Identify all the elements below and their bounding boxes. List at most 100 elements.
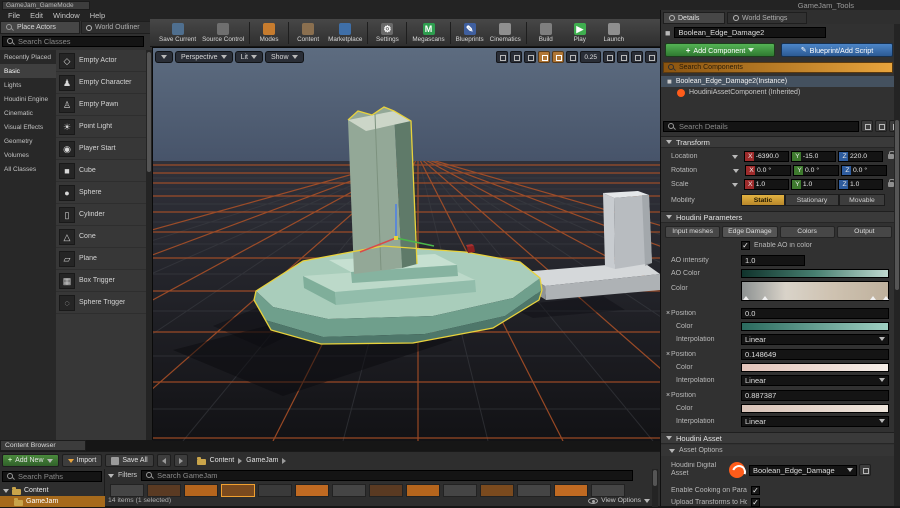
- search-classes-input[interactable]: Search Classes: [2, 36, 144, 47]
- search-components-input[interactable]: Search Components: [663, 62, 893, 73]
- grid-snap-value[interactable]: 0.25: [580, 51, 601, 63]
- digital-asset-dropdown[interactable]: Boolean_Edge_Damage: [749, 464, 857, 476]
- mobility-stationary-button[interactable]: Stationary: [785, 194, 839, 206]
- content-scrollbar[interactable]: [652, 469, 658, 507]
- scale-x-field[interactable]: X 1.0: [743, 179, 789, 190]
- location-z-field[interactable]: Z 220.0: [838, 151, 884, 162]
- scrollbar-thumb[interactable]: [147, 52, 151, 172]
- point1-color-bar[interactable]: [741, 321, 889, 331]
- world-local-toggle-icon[interactable]: [538, 51, 551, 63]
- category-recently-placed[interactable]: Recently Placed: [0, 50, 56, 64]
- mobility-static-button[interactable]: Static: [741, 194, 785, 206]
- viewport-show-button[interactable]: Show: [264, 51, 304, 63]
- remove-point-icon[interactable]: ×: [661, 351, 671, 358]
- ramp-stop-marker[interactable]: [743, 296, 749, 300]
- actor-empty-actor[interactable]: ◇ Empty Actor: [56, 50, 146, 72]
- launch-button[interactable]: Launch: [597, 20, 631, 46]
- window-tab[interactable]: GameJam_GameMode: [2, 1, 90, 10]
- search-assets-input[interactable]: Search GameJam: [141, 470, 634, 481]
- actor-empty-character[interactable]: ♟ Empty Character: [56, 72, 146, 94]
- add-new-button[interactable]: + Add New: [2, 454, 59, 467]
- camera-speed-icon[interactable]: [631, 51, 643, 63]
- scale-y-field[interactable]: Y 1.0: [790, 179, 837, 190]
- history-forward-button[interactable]: [173, 454, 188, 467]
- blueprints-button[interactable]: ✎ Blueprints: [453, 20, 487, 46]
- remove-point-icon[interactable]: ×: [661, 310, 671, 317]
- modes-button[interactable]: Modes: [252, 20, 286, 46]
- tab-world-settings[interactable]: World Settings: [727, 12, 807, 24]
- search-paths-input[interactable]: Search Paths: [2, 471, 102, 482]
- actor-point-light[interactable]: ☀ Point Light: [56, 116, 146, 138]
- ao-intensity-field[interactable]: 1.0: [741, 254, 805, 266]
- asset-options-subheader[interactable]: Asset Options: [661, 445, 894, 456]
- filters-button[interactable]: Filters: [118, 472, 137, 479]
- blueprint-add-script-button[interactable]: ✎ Blueprint/Add Script: [781, 43, 893, 57]
- category-geometry[interactable]: Geometry: [0, 134, 56, 148]
- folder-row-content[interactable]: Content: [0, 485, 105, 496]
- actor-sphere-trigger[interactable]: ◌ Sphere Trigger: [56, 292, 146, 314]
- rotation-x-field[interactable]: X 0.0 °: [745, 165, 791, 176]
- settings-button[interactable]: ⚙ Settings: [370, 20, 404, 46]
- tab-edge-damage[interactable]: Edge Damage: [722, 225, 778, 238]
- source-control-button[interactable]: Source Control: [199, 20, 247, 46]
- viewport-lit-button[interactable]: Lit: [234, 51, 263, 63]
- ao-color-bar[interactable]: [741, 268, 889, 278]
- gizmo-scale-icon[interactable]: [524, 51, 537, 63]
- ramp-stop-marker[interactable]: [762, 296, 768, 300]
- rotation-snap-icon[interactable]: [603, 51, 615, 63]
- component-row-houdini[interactable]: HoudiniAssetComponent (Inherited): [661, 87, 895, 98]
- remove-point-icon[interactable]: ×: [661, 392, 671, 399]
- menu-help[interactable]: Help: [85, 11, 110, 20]
- point1-position-field[interactable]: 0.0: [741, 307, 889, 319]
- category-volumes[interactable]: Volumes: [0, 148, 56, 162]
- mobility-movable-button[interactable]: Movable: [839, 194, 885, 206]
- details-scrollbar[interactable]: [894, 24, 900, 506]
- rotation-z-field[interactable]: Z 0.0 °: [841, 165, 887, 176]
- actor-empty-pawn[interactable]: ♙ Empty Pawn: [56, 94, 146, 116]
- category-cinematic[interactable]: Cinematic: [0, 106, 56, 120]
- category-basic[interactable]: Basic: [0, 64, 56, 78]
- history-back-button[interactable]: [156, 454, 171, 467]
- marketplace-button[interactable]: Marketplace: [325, 20, 365, 46]
- actor-cylinder[interactable]: ▯ Cylinder: [56, 204, 146, 226]
- cinematics-button[interactable]: Cinematics: [487, 20, 524, 46]
- location-x-field[interactable]: X -6390.0: [743, 151, 789, 162]
- color-ramp-widget[interactable]: [741, 281, 889, 301]
- surface-snap-icon[interactable]: [552, 51, 565, 63]
- actor-name-input[interactable]: Boolean_Edge_Damage2: [674, 27, 827, 38]
- tab-input-meshes[interactable]: Input meshes: [665, 225, 721, 238]
- add-component-button[interactable]: + Add Component: [665, 43, 775, 57]
- gizmo-rotate-icon[interactable]: [510, 51, 523, 63]
- save-all-button[interactable]: Save All: [105, 454, 154, 467]
- actor-box-trigger[interactable]: ▦ Box Trigger: [56, 270, 146, 292]
- scale-snap-icon[interactable]: [617, 51, 629, 63]
- component-row-instance[interactable]: ■ Boolean_Edge_Damage2(Instance): [661, 76, 895, 87]
- tab-details[interactable]: Details: [663, 12, 725, 24]
- content-button[interactable]: Content: [291, 20, 325, 46]
- play-button[interactable]: ▶ Play: [563, 20, 597, 46]
- ramp-stop-marker[interactable]: [870, 296, 876, 300]
- folder-row-gamejam[interactable]: GameJam: [0, 496, 105, 507]
- menu-file[interactable]: File: [3, 11, 25, 20]
- rebuild-asset-icon[interactable]: [859, 464, 871, 476]
- actor-player-start[interactable]: ◉ Player Start: [56, 138, 146, 160]
- tab-output[interactable]: Output: [836, 225, 892, 238]
- breadcrumb-content[interactable]: Content: [210, 457, 235, 464]
- category-visual-effects[interactable]: Visual Effects: [0, 120, 56, 134]
- location-y-field[interactable]: Y -15.0: [790, 151, 837, 162]
- point3-position-field[interactable]: 0.887387: [741, 389, 889, 401]
- tab-place-actors[interactable]: Place Actors: [0, 21, 80, 34]
- gizmo-translate-icon[interactable]: [496, 51, 509, 63]
- tab-colors[interactable]: Colors: [779, 225, 835, 238]
- import-button[interactable]: Import: [61, 454, 103, 467]
- scrollbar-thumb[interactable]: [653, 470, 657, 486]
- viewport-perspective-button[interactable]: Perspective: [175, 51, 233, 63]
- point2-interpolation-dropdown[interactable]: Linear: [741, 374, 889, 386]
- enable-ao-checkbox[interactable]: ✓: [741, 241, 750, 250]
- breadcrumb-gamejam[interactable]: GameJam: [246, 457, 278, 464]
- build-button[interactable]: Build: [529, 20, 563, 46]
- point3-color-bar[interactable]: [741, 403, 889, 413]
- actor-sphere[interactable]: ● Sphere: [56, 182, 146, 204]
- houdini-parameters-section-header[interactable]: Houdini Parameters: [661, 211, 894, 223]
- rotation-y-field[interactable]: Y 0.0 °: [793, 165, 839, 176]
